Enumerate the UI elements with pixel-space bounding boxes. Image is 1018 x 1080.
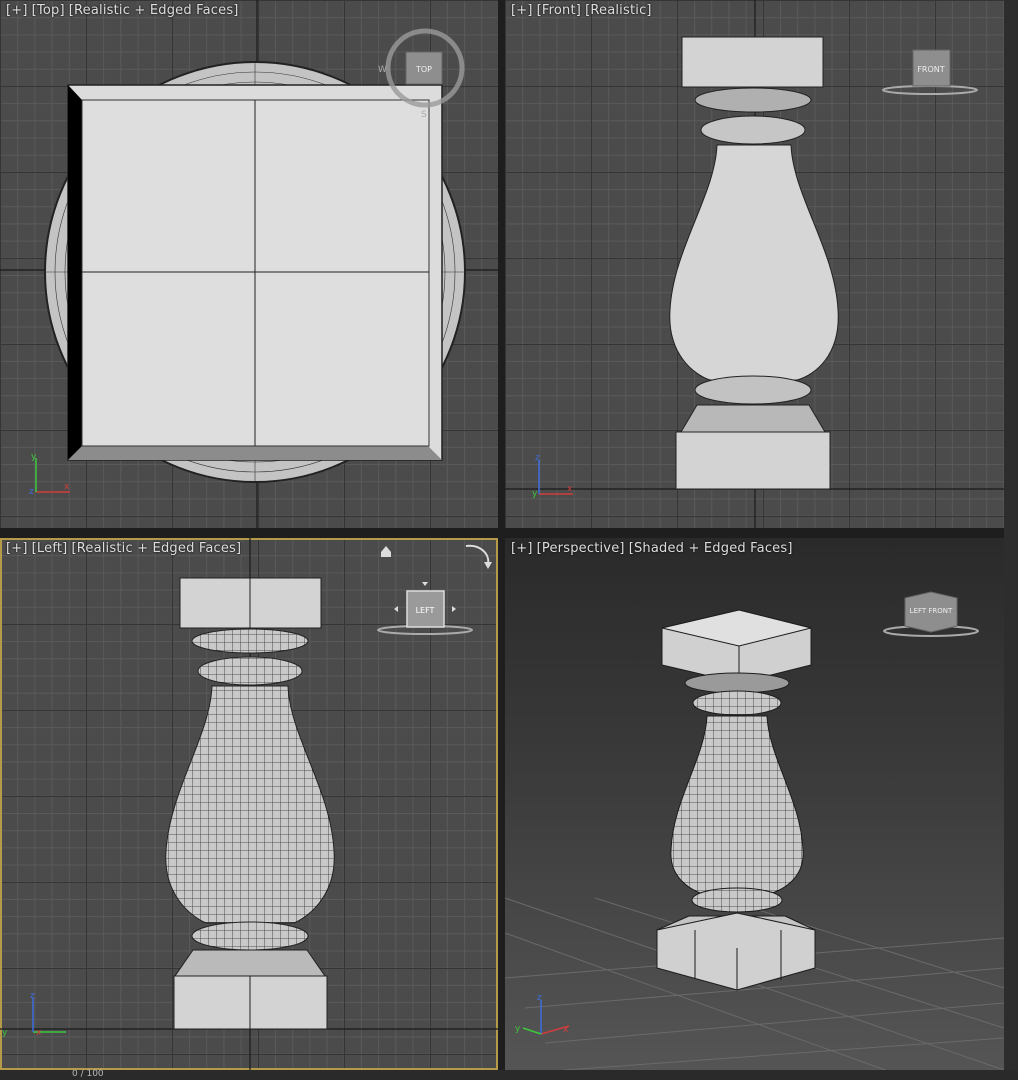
viewport-front[interactable]: [+] [Front] [Realistic] FRONT x z y — [505, 0, 1004, 528]
viewport-menu-plus[interactable]: [+] — [6, 541, 28, 556]
svg-text:z: z — [535, 453, 540, 463]
viewport-menu-plus[interactable]: [+] — [6, 3, 28, 18]
viewport-shading-mode[interactable]: [Realistic + Edged Faces] — [71, 541, 241, 556]
svg-text:z: z — [29, 487, 34, 497]
viewcube-perspective[interactable]: LEFT FRONT — [883, 591, 979, 637]
svg-text:y: y — [31, 452, 37, 462]
viewport-label-top[interactable]: [+] [Top] [Realistic + Edged Faces] — [6, 3, 243, 18]
front-scene: FRONT x z y — [505, 0, 1004, 528]
left-scene: LEFT z y x — [0, 538, 498, 1070]
perspective-scene: LEFT FRONT z y x — [505, 591, 1004, 1070]
viewport-view-name[interactable]: [Left] — [32, 541, 68, 556]
viewcube-label: LEFT — [416, 606, 435, 615]
svg-text:z: z — [537, 993, 542, 1003]
svg-text:x: x — [64, 482, 70, 492]
svg-text:x: x — [36, 1028, 42, 1038]
svg-text:y: y — [532, 489, 538, 499]
viewcube-label: LEFT FRONT — [910, 607, 953, 615]
home-icon[interactable] — [381, 546, 391, 557]
viewport-top[interactable]: [+] [Top] [Realistic + Edged Faces] TOP W — [0, 0, 498, 528]
viewport-view-name[interactable]: [Perspective] — [537, 541, 625, 556]
viewcube-front[interactable]: FRONT — [882, 49, 978, 95]
svg-text:y: y — [2, 1028, 8, 1038]
axis-tripod: z y x — [2, 991, 66, 1038]
compass-south: S — [421, 110, 427, 120]
viewport-label-front[interactable]: [+] [Front] [Realistic] — [511, 3, 656, 18]
baluster-perspective — [656, 609, 816, 991]
viewcube-left[interactable]: LEFT — [377, 582, 473, 635]
viewport-shading-mode[interactable]: [Shaded + Edged Faces] — [629, 541, 793, 556]
viewport-menu-plus[interactable]: [+] — [511, 541, 533, 556]
viewcube-label: FRONT — [917, 65, 944, 74]
compass-west: W — [378, 65, 387, 75]
viewcube-label: TOP — [415, 65, 432, 74]
svg-text:x: x — [563, 1025, 569, 1035]
right-panel-edge — [1004, 0, 1018, 1070]
viewport-view-name[interactable]: [Top] — [32, 3, 65, 18]
viewport-shading-mode[interactable]: [Realistic + Edged Faces] — [69, 3, 239, 18]
viewport-left[interactable]: [+] [Left] [Realistic + Edged Faces] LEFT — [0, 538, 498, 1070]
baluster-front — [669, 36, 839, 490]
rotate-view-icon[interactable] — [465, 544, 492, 569]
viewport-view-name[interactable]: [Front] — [537, 3, 581, 18]
viewport-shading-mode[interactable]: [Realistic] — [585, 3, 652, 18]
axis-tripod: z y x — [515, 993, 570, 1035]
top-scene: TOP W S x y z — [0, 0, 498, 528]
svg-text:x: x — [567, 484, 573, 494]
axis-tripod: x y z — [29, 452, 70, 497]
svg-text:y: y — [515, 1024, 521, 1034]
time-slider[interactable] — [0, 1070, 1018, 1080]
viewport-perspective[interactable]: [+] [Perspective] [Shaded + Edged Faces] — [505, 538, 1004, 1070]
viewport-menu-plus[interactable]: [+] — [511, 3, 533, 18]
frame-counter: 0 / 100 — [72, 1069, 104, 1079]
svg-text:z: z — [30, 991, 35, 1001]
viewport-label-left[interactable]: [+] [Left] [Realistic + Edged Faces] — [6, 541, 245, 556]
axis-tripod: x z y — [532, 453, 573, 499]
baluster-left — [165, 577, 335, 1030]
viewport-label-perspective[interactable]: [+] [Perspective] [Shaded + Edged Faces] — [511, 541, 797, 556]
